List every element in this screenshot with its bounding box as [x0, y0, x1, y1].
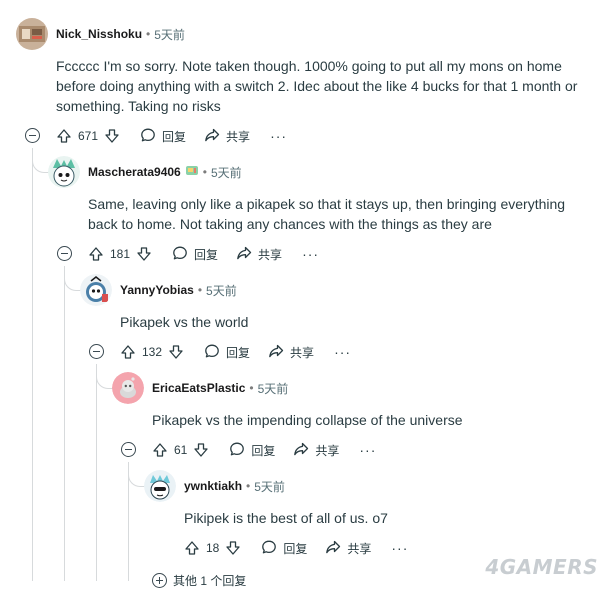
thread-elbow	[128, 466, 145, 487]
share-label: 共享	[290, 345, 315, 360]
avatar[interactable]	[16, 18, 48, 50]
thread-elbow	[64, 270, 81, 291]
reply-label: 回复	[194, 247, 219, 262]
comment-actions: 18 回复 共享 ···	[184, 537, 408, 559]
comment-header: Nick_Nisshoku • 5天前	[16, 18, 185, 50]
flair-icon	[185, 163, 199, 182]
timestamp[interactable]: 5天前	[206, 282, 237, 299]
upvote-icon[interactable]	[184, 540, 200, 556]
comment-icon	[261, 539, 277, 558]
vote-score: 18	[206, 541, 220, 555]
vote-score: 671	[78, 129, 99, 143]
thread-line-level-1	[64, 266, 65, 581]
share-icon	[293, 441, 309, 460]
more-options-button[interactable]: ···	[302, 246, 319, 262]
comment-body: Same, leaving only like a pikapek so tha…	[88, 196, 566, 232]
collapse-button[interactable]	[121, 442, 136, 457]
username[interactable]: EricaEatsPlastic	[152, 381, 245, 395]
comment-icon	[229, 441, 245, 460]
username[interactable]: Nick_Nisshoku	[56, 27, 142, 41]
separator-dot: •	[202, 165, 207, 179]
comment-body: Fccccc I'm so sorry. Note taken though. …	[56, 58, 578, 114]
collapse-button[interactable]	[57, 246, 72, 261]
reply-label: 回复	[162, 129, 187, 144]
share-button[interactable]: 共享	[293, 441, 339, 460]
username[interactable]: Mascherata9406	[88, 165, 181, 179]
collapse-button[interactable]	[89, 344, 104, 359]
timestamp[interactable]: 5天前	[211, 164, 242, 181]
vote-score: 132	[142, 345, 163, 359]
thread-line-level-2	[96, 364, 97, 581]
reply-label: 回复	[226, 345, 251, 360]
thread-elbow	[96, 368, 113, 389]
share-label: 共享	[315, 443, 340, 458]
comment-body: Pikapek vs the world	[120, 314, 249, 330]
separator-dot: •	[197, 283, 203, 297]
reply-button[interactable]: 回复	[140, 127, 186, 146]
upvote-icon[interactable]	[120, 344, 136, 360]
comment-actions: 671 回复 共享 ···	[56, 125, 287, 147]
separator-dot: •	[249, 381, 254, 395]
thread-line-level-0	[32, 148, 33, 581]
reply-button[interactable]: 回复	[204, 343, 250, 362]
more-options-button[interactable]: ···	[359, 442, 376, 458]
separator-dot: •	[146, 27, 151, 41]
more-options-button[interactable]: ···	[391, 540, 408, 556]
comment-icon	[172, 245, 188, 264]
timestamp[interactable]: 5天前	[258, 380, 289, 397]
downvote-icon[interactable]	[104, 128, 120, 144]
share-icon	[204, 127, 220, 146]
comment-actions: 132 回复 共享 ···	[120, 341, 351, 363]
share-icon	[325, 539, 341, 558]
comment-header: YannyYobias • 5天前	[80, 274, 237, 306]
thread-elbow	[32, 152, 49, 173]
comment-actions: 61 回复 共享 ···	[152, 439, 376, 461]
share-button[interactable]: 共享	[268, 343, 314, 362]
reply-button[interactable]: 回复	[172, 245, 218, 264]
avatar[interactable]	[112, 372, 144, 404]
share-icon	[268, 343, 284, 362]
timestamp[interactable]: 5天前	[254, 478, 285, 495]
more-options-button[interactable]: ···	[334, 344, 351, 360]
share-button[interactable]: 共享	[236, 245, 282, 264]
reply-button[interactable]: 回复	[261, 539, 307, 558]
reply-button[interactable]: 回复	[229, 441, 275, 460]
comment-header: EricaEatsPlastic • 5天前	[112, 372, 288, 404]
share-icon	[236, 245, 252, 264]
comment-body: Pikapek vs the impending collapse of the…	[152, 412, 463, 428]
comment-body: Pikipek is the best of all of us. o7	[184, 510, 388, 526]
username[interactable]: YannyYobias	[120, 283, 194, 297]
downvote-icon[interactable]	[193, 442, 209, 458]
share-label: 共享	[258, 247, 283, 262]
comment-icon	[140, 127, 156, 146]
upvote-icon[interactable]	[152, 442, 168, 458]
comment-header: ywnktiakh • 5天前	[144, 470, 285, 502]
more-options-button[interactable]: ···	[270, 128, 287, 144]
reply-label: 回复	[251, 443, 276, 458]
upvote-icon[interactable]	[56, 128, 72, 144]
separator-dot: •	[246, 479, 251, 493]
reply-label: 回复	[283, 541, 308, 556]
collapse-button[interactable]	[25, 128, 40, 143]
vote-score: 61	[174, 443, 188, 457]
downvote-icon[interactable]	[136, 246, 152, 262]
downvote-icon[interactable]	[168, 344, 184, 360]
comment-icon	[204, 343, 220, 362]
upvote-icon[interactable]	[88, 246, 104, 262]
watermark-logo: 4GAMERS	[485, 555, 598, 579]
timestamp[interactable]: 5天前	[154, 26, 185, 43]
downvote-icon[interactable]	[225, 540, 241, 556]
share-label: 共享	[226, 129, 251, 144]
avatar[interactable]	[144, 470, 176, 502]
share-button[interactable]: 共享	[204, 127, 250, 146]
avatar[interactable]	[48, 156, 80, 188]
avatar[interactable]	[80, 274, 112, 306]
vote-score: 181	[110, 247, 131, 261]
share-button[interactable]: 共享	[325, 539, 371, 558]
comment-actions: 181 回复 共享 ···	[88, 243, 319, 265]
share-label: 共享	[347, 541, 372, 556]
comment-header: Mascherata9406 • 5天前	[48, 156, 242, 188]
username[interactable]: ywnktiakh	[184, 479, 242, 493]
